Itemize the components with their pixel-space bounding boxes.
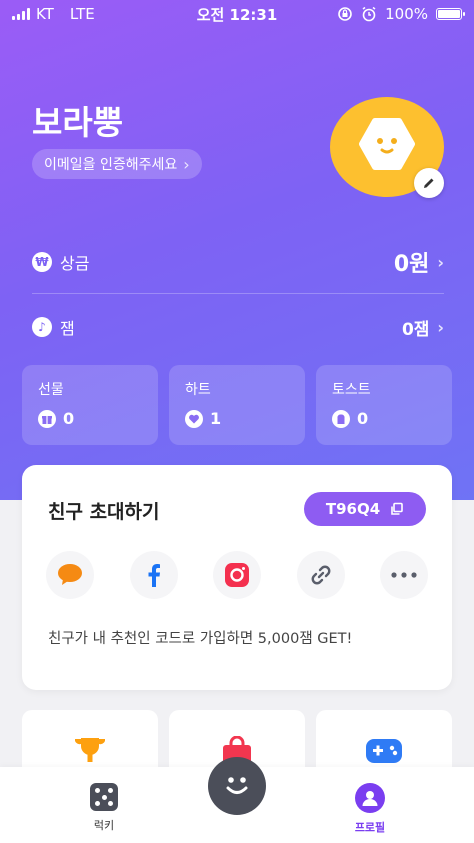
- music-note-icon: ♪: [32, 317, 52, 337]
- pencil-icon: [424, 178, 434, 188]
- divider: [32, 293, 444, 294]
- kakaotalk-icon: [58, 564, 82, 585]
- referral-code: T96Q4: [325, 500, 381, 518]
- status-bar: KT LTE 오전 12:31 100%: [0, 0, 474, 28]
- toast-icon: [332, 409, 350, 428]
- smile-icon: [226, 777, 248, 794]
- heart-stat-card[interactable]: 하트 1: [169, 365, 305, 445]
- heart-count: 1: [210, 409, 222, 428]
- chevron-right-icon: ›: [437, 317, 444, 337]
- won-coin-icon: ₩: [32, 252, 52, 272]
- jam-value: 0잼: [401, 319, 430, 340]
- tab-lucky-label: 럭키: [93, 819, 115, 832]
- toast-label: 토스트: [332, 382, 371, 398]
- network-type: LTE: [69, 5, 95, 23]
- verify-email-label: 이메일을 인증해주세요: [44, 157, 178, 173]
- share-instagram-button[interactable]: [213, 551, 261, 599]
- username: 보라뿡: [32, 103, 124, 142]
- gamepad-icon: [366, 739, 402, 763]
- battery-percent: 100%: [385, 5, 428, 23]
- link-icon: [311, 565, 330, 585]
- chevron-right-icon: ›: [183, 154, 190, 174]
- carrier: KT: [36, 5, 54, 23]
- prize-value: 0원: [393, 252, 430, 277]
- signal-icon: [12, 8, 30, 20]
- copy-referral-code-button[interactable]: T96Q4: [304, 492, 426, 526]
- jam-label: 잼: [60, 319, 75, 338]
- invite-card: 친구 초대하기 T96Q4 친구가 내 추천인 코드로 가입하면 5,000잼 …: [22, 465, 452, 690]
- invite-description: 친구가 내 추천인 코드로 가입하면 5,000잼 GET!: [48, 631, 353, 647]
- rotation-lock-icon: [338, 7, 352, 21]
- bottom-tab-bar: 럭키 프로필: [0, 757, 474, 843]
- clock: 오전 12:31: [196, 5, 278, 24]
- more-share-button[interactable]: [380, 551, 428, 599]
- copy-link-button[interactable]: [296, 551, 345, 599]
- toast-stat-card[interactable]: 토스트 0: [316, 365, 452, 445]
- alarm-icon: [362, 6, 376, 22]
- chevron-right-icon: ›: [437, 252, 444, 272]
- share-kakaotalk-button[interactable]: [46, 551, 94, 599]
- battery-icon: [436, 8, 465, 20]
- copy-icon: [391, 502, 403, 515]
- hexagon-face-icon: [359, 118, 415, 170]
- home-button[interactable]: [208, 757, 266, 815]
- share-row: [46, 551, 428, 599]
- heart-label: 하트: [185, 382, 211, 398]
- profile-icon: [355, 783, 385, 813]
- facebook-icon: [148, 564, 160, 587]
- gift-label: 선물: [38, 382, 64, 398]
- gift-count: 0: [63, 409, 75, 428]
- heart-icon: [185, 409, 203, 428]
- prize-row[interactable]: ₩ 상금 0원 ›: [32, 242, 444, 282]
- dice-icon: [90, 783, 118, 811]
- prize-label: 상금: [60, 254, 90, 273]
- instagram-icon: [225, 563, 249, 587]
- verify-email-button[interactable]: 이메일을 인증해주세요 ›: [32, 149, 202, 179]
- more-icon: [391, 572, 417, 578]
- jam-row[interactable]: ♪ 잼 0잼 ›: [32, 307, 444, 347]
- tab-lucky[interactable]: 럭키: [64, 783, 144, 833]
- tab-profile[interactable]: 프로필: [330, 783, 410, 835]
- gift-stat-card[interactable]: 선물 0: [22, 365, 158, 445]
- trophy-icon: [75, 738, 105, 762]
- share-facebook-button[interactable]: [129, 551, 178, 599]
- edit-avatar-button[interactable]: [414, 168, 444, 198]
- toast-count: 0: [357, 409, 369, 428]
- gift-icon: [38, 409, 56, 428]
- tab-profile-label: 프로필: [354, 821, 386, 834]
- invite-title: 친구 초대하기: [48, 501, 160, 523]
